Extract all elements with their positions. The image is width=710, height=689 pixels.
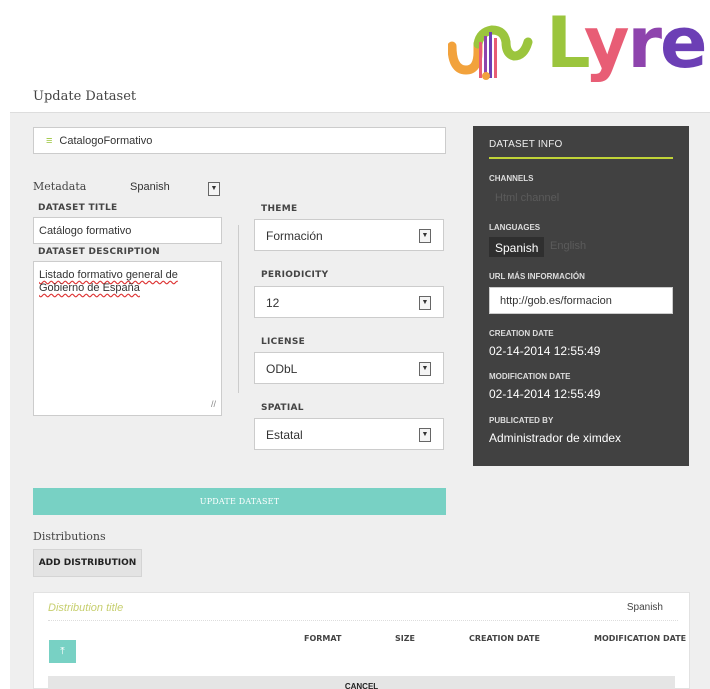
chevron-down-icon: ▼ [208, 182, 220, 196]
publicated-by-label: PUBLICATED BY [489, 416, 554, 425]
url-label: URL MÁS INFORMACIÓN [489, 272, 585, 281]
spatial-select[interactable]: Estatal ▼ [254, 418, 444, 450]
creation-date-label: CREATION DATE [489, 329, 554, 338]
theme-label: THEME [261, 204, 298, 214]
lyre-logo: Lyre [448, 2, 708, 88]
dataset-info-panel: DATASET INFO CHANNELS Html channel LANGU… [473, 126, 689, 466]
creation-date-value: 02-14-2014 12:55:49 [489, 344, 601, 358]
distribution-title-input[interactable]: Distribution title [48, 602, 123, 614]
dataset-info-heading: DATASET INFO [489, 139, 563, 150]
license-label: LICENSE [261, 337, 306, 347]
metadata-language-value: Spanish [130, 181, 170, 193]
metadata-language-select[interactable]: Spanish ▼ [130, 181, 220, 198]
dataset-name-value: CatalogoFormativo [59, 135, 153, 147]
url-input[interactable]: http://gob.es/formacion [489, 287, 673, 314]
upload-icon: ⤒ [60, 646, 65, 657]
periodicity-value: 12 [266, 296, 280, 310]
language-tab-english[interactable]: English [550, 240, 586, 252]
modification-date-label: MODIFICATION DATE [489, 372, 571, 381]
column-format: FORMAT [304, 634, 342, 643]
metadata-label: Metadata [33, 180, 87, 193]
update-dataset-button[interactable]: UPDATE DATASET [33, 488, 446, 515]
license-select[interactable]: ODbL ▼ [254, 352, 444, 384]
channels-label: CHANNELS [489, 174, 534, 183]
column-modification-date: MODIFICATION DATE [594, 634, 687, 643]
distribution-language: Spanish [626, 602, 663, 613]
theme-value: Formación [266, 229, 323, 243]
column-creation-date: CREATION DATE [469, 634, 540, 643]
publicated-by-value: Administrador de ximdex [489, 431, 622, 445]
lyre-logo-mark [448, 25, 533, 80]
cancel-button[interactable]: CANCEL [48, 676, 675, 689]
periodicity-label: PERIODICITY [261, 270, 329, 280]
dataset-description-textarea[interactable]: Listado formativo general de Gobierno de… [33, 261, 222, 416]
reorder-icon: ≡ [46, 135, 53, 147]
spatial-label: SPATIAL [261, 403, 304, 413]
dataset-description-value: Listado formativo general de Gobierno de… [39, 269, 178, 294]
add-distribution-button[interactable]: ADD DISTRIBUTION [33, 549, 142, 577]
distribution-card: Distribution title Spanish ⤒ FORMAT SIZE… [33, 592, 690, 689]
upload-button[interactable]: ⤒ [49, 640, 76, 663]
chevron-down-icon: ▼ [419, 229, 431, 243]
channel-value: Html channel [495, 192, 560, 204]
distributions-heading: Distributions [33, 530, 106, 543]
column-divider [238, 225, 239, 393]
dataset-info-divider [489, 157, 673, 159]
license-value: ODbL [266, 362, 298, 376]
spatial-value: Estatal [266, 428, 303, 442]
periodicity-select[interactable]: 12 ▼ [254, 286, 444, 318]
dataset-name-field[interactable]: ≡ CatalogoFormativo [33, 127, 446, 154]
page-title: Update Dataset [33, 89, 137, 104]
dataset-title-label: DATASET TITLE [38, 203, 118, 213]
theme-select[interactable]: Formación ▼ [254, 219, 444, 251]
column-size: SIZE [395, 634, 416, 643]
dataset-title-input[interactable]: Catálogo formativo [33, 217, 222, 244]
language-tab-spanish[interactable]: Spanish [489, 237, 545, 257]
chevron-down-icon: ▼ [419, 296, 431, 310]
lyre-wordmark: Lyre [546, 2, 708, 84]
modification-date-value: 02-14-2014 12:55:49 [489, 387, 601, 401]
resize-grip-icon[interactable]: // [211, 398, 216, 411]
chevron-down-icon: ▼ [419, 428, 431, 442]
distribution-divider [48, 620, 678, 621]
chevron-down-icon: ▼ [419, 362, 431, 376]
dataset-description-label: DATASET DESCRIPTION [38, 247, 160, 257]
languages-label: LANGUAGES [489, 223, 541, 232]
